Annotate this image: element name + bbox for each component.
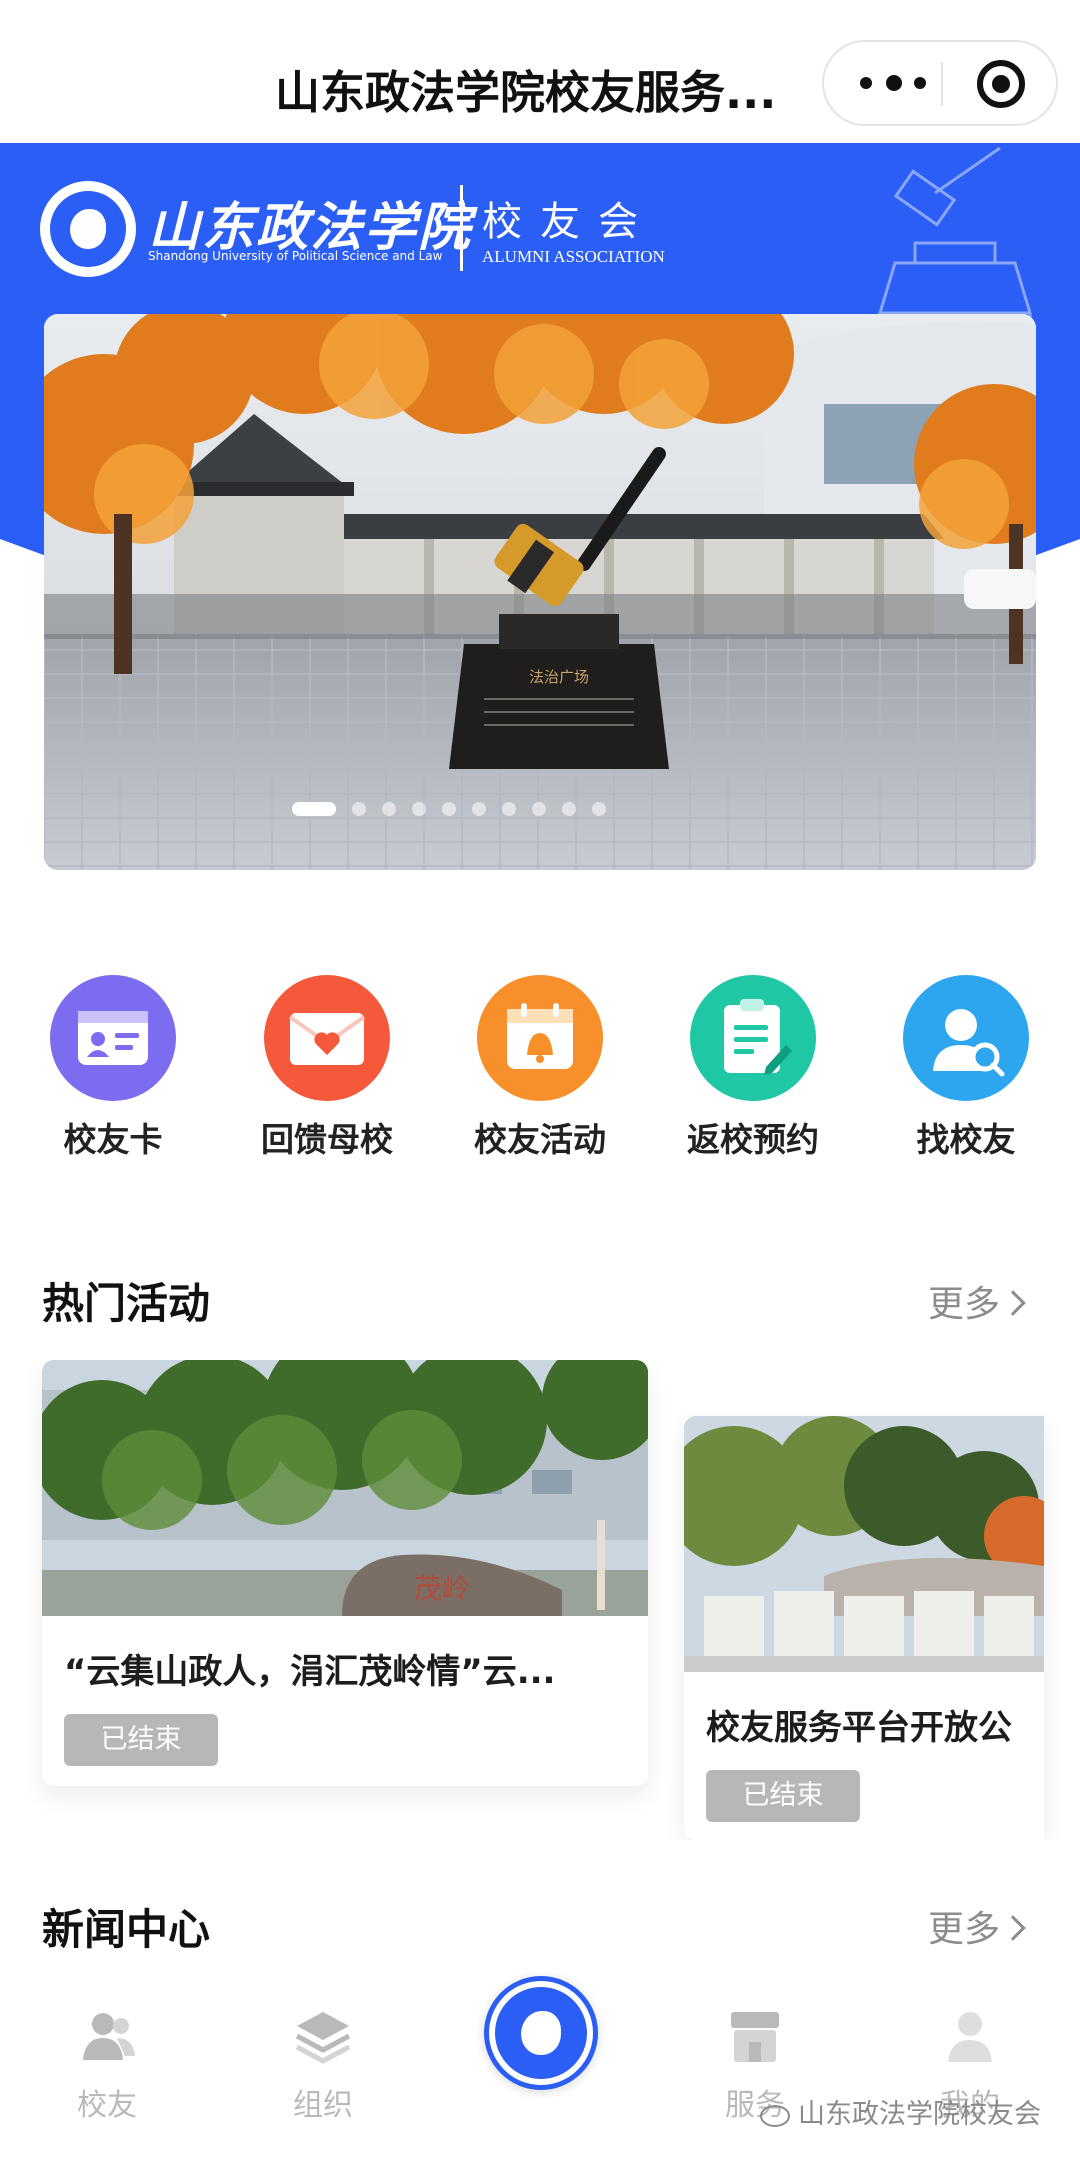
quick-item-label: 找校友 <box>916 1120 1016 1159</box>
header-divider <box>460 185 463 271</box>
quick-menu: 校友卡 回馈母校 校友活动 返校预约 找校友 <box>0 975 1080 1175</box>
more-options-button[interactable] <box>854 42 944 124</box>
news-center-more-link[interactable]: 更多 <box>928 1900 1026 1952</box>
mini-program-page: 山东政法学院校友服务... 山东政法学院 Shandong University… <box>0 0 1080 2158</box>
association-name-cn: 校友会 <box>482 199 656 245</box>
clipboard-pen-icon <box>690 975 816 1101</box>
carousel-indicators <box>44 314 1036 870</box>
activity-carousel[interactable]: 茂岭 “云集山政人，涓汇茂岭情”云... 已结束 校友服务平台开放公 已结束 <box>0 1360 1080 1840</box>
carousel-dot[interactable] <box>502 802 516 816</box>
quick-item-label: 回馈母校 <box>261 1120 393 1159</box>
quick-item-campus-visit[interactable]: 返校预约 <box>658 975 848 1175</box>
tab-label: 组织 <box>293 2088 353 2123</box>
dot-icon <box>860 77 872 89</box>
quick-item-alumni-card[interactable]: 校友卡 <box>18 975 208 1175</box>
chevron-right-icon <box>1000 1915 1026 1941</box>
quick-item-give-back[interactable]: 回馈母校 <box>232 975 422 1175</box>
activity-card[interactable]: 茂岭 “云集山政人，涓汇茂岭情”云... 已结束 <box>42 1360 648 1786</box>
banner-carousel[interactable]: 法治广场 <box>44 314 1036 870</box>
activity-photo: 茂岭 <box>42 1360 648 1616</box>
chevron-right-icon <box>1000 1290 1026 1316</box>
carousel-dot[interactable] <box>292 802 336 816</box>
svg-text:茂岭: 茂岭 <box>414 1572 470 1605</box>
quick-item-find-alumni[interactable]: 找校友 <box>871 975 1061 1175</box>
tab-label: 校友 <box>77 2088 137 2123</box>
title-bar: 山东政法学院校友服务... <box>0 0 1080 143</box>
activity-title: 校友服务平台开放公 <box>706 1708 1012 1748</box>
status-badge: 已结束 <box>64 1714 218 1766</box>
close-miniprogram-button[interactable] <box>977 60 1025 108</box>
watermark-text: 山东政法学院校友会 <box>798 2099 1041 2130</box>
more-label: 更多 <box>928 1909 1001 1950</box>
quick-item-alumni-activities[interactable]: 校友活动 <box>445 975 635 1175</box>
dot-icon <box>914 77 926 89</box>
activity-photo <box>684 1416 1044 1672</box>
capsule-divider <box>941 62 943 106</box>
carousel-dot[interactable] <box>592 802 606 816</box>
user-icon <box>948 2012 992 2062</box>
carousel-dot[interactable] <box>382 802 396 816</box>
envelope-heart-icon <box>264 975 390 1101</box>
hot-activities-more-link[interactable]: 更多 <box>928 1275 1026 1327</box>
association-name-en: ALUMNI ASSOCIATION <box>482 247 665 266</box>
school-logo-icon <box>40 181 136 277</box>
more-label: 更多 <box>928 1284 1001 1325</box>
activity-title: “云集山政人，涓汇茂岭情”云... <box>64 1652 556 1692</box>
menu-capsule <box>822 40 1058 126</box>
carousel-dot[interactable] <box>442 802 456 816</box>
hot-activities-title: 热门活动 <box>42 1279 211 1328</box>
carousel-dot[interactable] <box>532 802 546 816</box>
store-icon <box>731 2012 779 2062</box>
quick-item-label: 校友卡 <box>63 1120 163 1159</box>
news-center-title: 新闻中心 <box>42 1905 211 1954</box>
quick-item-label: 校友活动 <box>474 1120 606 1159</box>
people-icon <box>83 2013 135 2060</box>
school-name-en: Shandong University of Political Science… <box>148 249 443 263</box>
carousel-dot[interactable] <box>472 802 486 816</box>
school-logo-icon <box>495 1987 587 2079</box>
carousel-dot[interactable] <box>412 802 426 816</box>
wechat-watermark: 山东政法学院校友会 <box>760 2092 1041 2131</box>
tab-alumni[interactable]: 校友 <box>32 1996 182 2136</box>
carousel-dot[interactable] <box>352 802 366 816</box>
id-card-icon <box>50 975 176 1101</box>
calendar-bell-icon <box>477 975 603 1101</box>
home-logo-button[interactable] <box>484 1976 598 2090</box>
quick-item-label: 返校预约 <box>687 1120 819 1159</box>
wechat-icon <box>760 2104 790 2127</box>
person-search-icon <box>903 975 1029 1101</box>
status-badge: 已结束 <box>706 1770 860 1822</box>
tab-organization[interactable]: 组织 <box>248 1996 398 2136</box>
activity-card[interactable]: 校友服务平台开放公 已结束 <box>684 1416 1044 1840</box>
carousel-dot[interactable] <box>562 802 576 816</box>
dot-icon <box>886 75 902 91</box>
layers-icon <box>295 2012 351 2064</box>
page-title: 山东政法学院校友服务... <box>275 66 777 119</box>
